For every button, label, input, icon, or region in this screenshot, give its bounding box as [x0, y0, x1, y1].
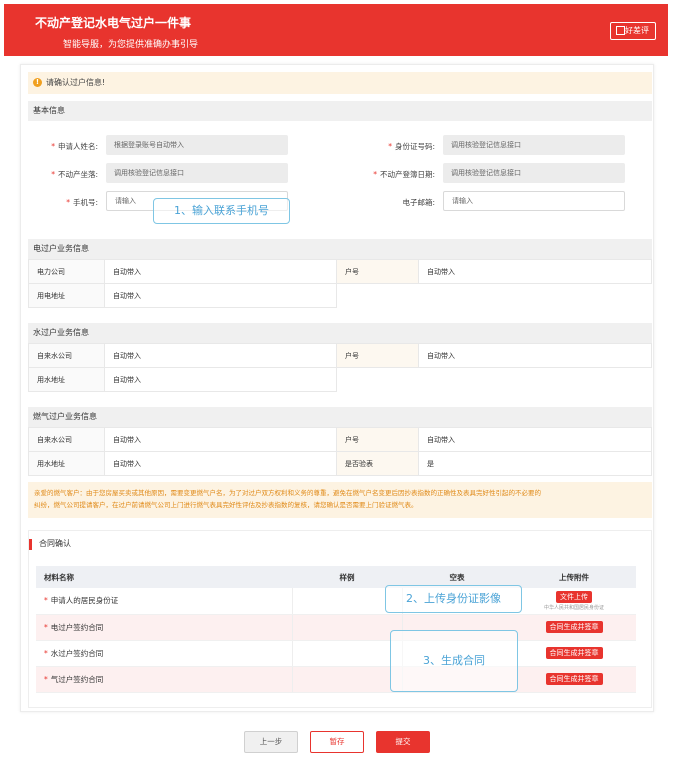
table-row: 自来水公司 自动带入 户号 自动带入	[28, 427, 652, 452]
id-number-label: * 身份证号码:	[388, 142, 435, 151]
col-attachment: 上传附件	[512, 566, 636, 588]
property-location-field: 调用核验登记信息接口	[106, 163, 288, 183]
table-row: 电力公司 自动带入 户号 自动带入	[28, 259, 652, 284]
material-name: * 电过户签约合同	[36, 614, 292, 641]
email-input[interactable]: 请输入	[443, 191, 625, 211]
meter-check-label: 是否验表	[336, 451, 419, 476]
materials-table: 材料名称 样例 空表 上传附件 * 申请人的居民身份证 文件上传 中华人民共和国居…	[36, 566, 636, 693]
section-gas-info: 燃气过户业务信息	[28, 407, 652, 427]
applicant-name-label: * 申请人姓名:	[51, 142, 98, 151]
gas-company-label: 自来水公司	[28, 427, 105, 452]
page-subtitle: 智能导服，为您提供准确办事引导	[63, 40, 199, 50]
generate-sign-button[interactable]: 合同生成并签章	[545, 621, 603, 633]
edit-icon	[616, 26, 625, 35]
phone-label: * 手机号:	[66, 198, 98, 207]
section-electric-info: 电过户业务信息	[28, 239, 652, 259]
save-draft-button[interactable]: 暂存	[310, 731, 364, 753]
meter-check-value: 是	[418, 451, 652, 476]
electric-account-label: 户号	[336, 259, 419, 284]
electric-company-label: 电力公司	[28, 259, 105, 284]
gas-warning-notice: 亲爱的燃气客户：由于您房屋买卖或其他原因，需要变更燃气户名，为了对过户双方权利和…	[28, 482, 652, 518]
gas-table: 自来水公司 自动带入 户号 自动带入 用水地址 自动带入 是否验表 是	[28, 427, 652, 476]
table-row: 用水地址 自动带入	[28, 367, 652, 392]
generate-sign-button[interactable]: 合同生成并签章	[545, 673, 603, 685]
warning-line-1: 亲爱的燃气客户：由于您房屋买卖或其他原因，需要变更燃气户名，为了对过户双方权利和…	[34, 489, 541, 497]
material-name: * 申请人的居民身份证	[36, 588, 292, 615]
table-row: 用水地址 自动带入 是否验表 是	[28, 451, 652, 476]
rate-button-label: 好差评	[625, 26, 649, 35]
table-row: 自来水公司 自动带入 户号 自动带入	[28, 343, 652, 368]
gas-account-label: 户号	[336, 427, 419, 452]
applicant-name-field: 根据登录账号自动带入	[106, 135, 288, 155]
callout-upload: 2、上传身份证影像	[385, 585, 522, 613]
gas-address-label: 用水地址	[28, 451, 105, 476]
water-company-value: 自动带入	[104, 343, 337, 368]
water-account-value: 自动带入	[418, 343, 652, 368]
table-row: * 水过户签约合同 合同生成并签章	[36, 640, 636, 667]
water-account-label: 户号	[336, 343, 419, 368]
rate-button[interactable]: 好差评	[610, 22, 656, 40]
material-name: * 气过户签约合同	[36, 666, 292, 693]
water-company-label: 自来水公司	[28, 343, 105, 368]
previous-step-button[interactable]: 上一步	[244, 731, 298, 753]
id-number-field: 调用核验登记信息接口	[443, 135, 625, 155]
table-header-row: 材料名称 样例 空表 上传附件	[36, 566, 636, 588]
water-table: 自来水公司 自动带入 户号 自动带入 用水地址 自动带入	[28, 343, 652, 392]
callout-phone: 1、输入联系手机号	[153, 198, 290, 224]
warning-line-2: 纠纷，燃气公司提请客户，在过户前请燃气公司上门进行燃气表具完好性评估及抄表指数的…	[34, 501, 418, 509]
col-sample: 样例	[292, 566, 402, 588]
gas-company-value: 自动带入	[104, 427, 337, 452]
generate-sign-button[interactable]: 合同生成并签章	[545, 647, 603, 659]
email-label: 电子邮箱:	[402, 198, 435, 207]
property-location-label: * 不动产坐落:	[51, 170, 98, 179]
file-upload-button[interactable]: 文件上传	[556, 590, 592, 603]
page-header: 不动产登记水电气过户一件事 智能导服，为您提供准确办事引导 好差评	[4, 4, 668, 56]
register-date-label: * 不动产登簿日期:	[373, 170, 435, 179]
electric-table: 电力公司 自动带入 户号 自动带入 用电地址 自动带入	[28, 259, 652, 308]
water-address-value: 自动带入	[104, 367, 337, 392]
table-row: * 气过户签约合同 合同生成并签章	[36, 666, 636, 693]
gas-address-value: 自动带入	[104, 451, 337, 476]
material-name: * 水过户签约合同	[36, 640, 292, 667]
table-row: 用电地址 自动带入	[28, 283, 652, 308]
register-date-field: 调用核验登记信息接口	[443, 163, 625, 183]
confirm-alert: ! 请确认过户信息!	[28, 72, 652, 94]
table-row: * 电过户签约合同 合同生成并签章	[36, 614, 636, 641]
gas-account-value: 自动带入	[418, 427, 652, 452]
callout-generate: 3、生成合同	[390, 630, 518, 692]
electric-account-value: 自动带入	[418, 259, 652, 284]
table-row: * 申请人的居民身份证 文件上传 中华人民共和国居民身份证	[36, 588, 636, 615]
page-title: 不动产登记水电气过户一件事	[35, 16, 192, 30]
contract-section-title: 合同确认	[39, 539, 71, 548]
water-address-label: 用水地址	[28, 367, 105, 392]
electric-company-value: 自动带入	[104, 259, 337, 284]
alert-text: 请确认过户信息!	[46, 78, 106, 87]
section-water-info: 水过户业务信息	[28, 323, 652, 343]
col-material-name: 材料名称	[36, 566, 292, 588]
info-icon: !	[33, 78, 42, 87]
submit-button[interactable]: 提交	[376, 731, 430, 753]
electric-address-value: 自动带入	[104, 283, 337, 308]
electric-address-label: 用电地址	[28, 283, 105, 308]
upload-hint: 中华人民共和国居民身份证	[543, 604, 604, 611]
section-basic-info: 基本信息	[28, 101, 652, 121]
